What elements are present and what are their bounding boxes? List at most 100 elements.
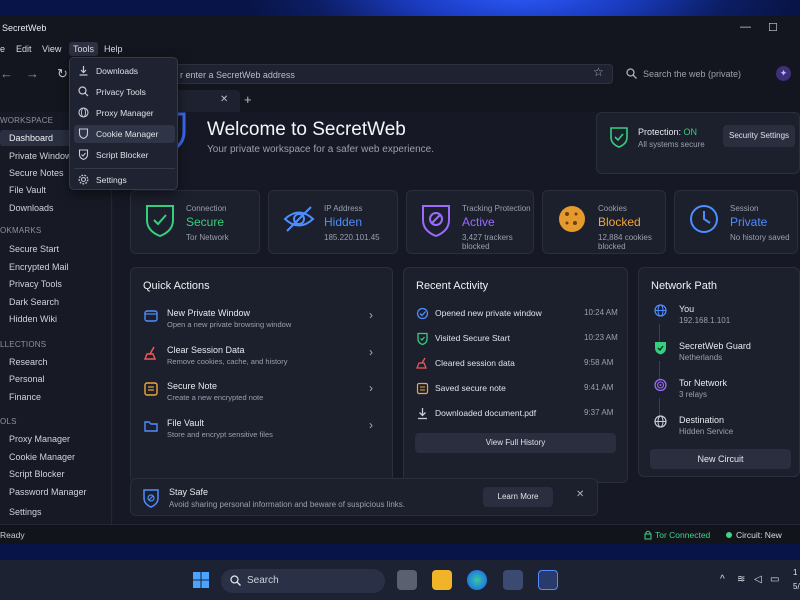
network-node: Tor Network 3 relays <box>649 378 799 408</box>
forward-icon[interactable]: → <box>26 66 39 81</box>
new-circuit-button[interactable]: New Circuit <box>650 449 791 469</box>
activity-item: Saved secure note 9:41 AM <box>416 381 621 399</box>
activity-item: Cleared session data 9:58 AM <box>416 356 621 374</box>
stat-card-ip-address: IP Address Hidden 185.220.101.45 <box>268 190 398 254</box>
wifi-icon[interactable]: ≋ <box>737 574 745 585</box>
network-node: SecretWeb Guard Netherlands <box>649 341 799 371</box>
shield-block-icon <box>422 205 450 237</box>
chevron-right-icon: › <box>369 308 373 322</box>
stat-sub: 185.220.101.45 <box>324 233 380 242</box>
sidebar-item-research[interactable]: Research <box>0 354 108 370</box>
new-tab-icon[interactable]: + <box>244 92 252 107</box>
sidebar-item-encrypted-mail[interactable]: Encrypted Mail <box>0 259 108 275</box>
quick-action-secure-note[interactable]: Secure Note Create a new encrypted note … <box>141 381 381 413</box>
sidebar-item-hidden-wiki[interactable]: Hidden Wiki <box>0 311 108 327</box>
quick-action-name: Secure Note <box>167 381 218 391</box>
activity-time: 9:41 AM <box>584 383 614 392</box>
store-icon[interactable] <box>503 570 523 590</box>
sidebar-item-personal[interactable]: Personal <box>0 371 108 387</box>
tab-active[interactable] <box>170 90 240 112</box>
sidebar-item-proxy-manager[interactable]: Proxy Manager <box>0 431 108 447</box>
activity-text: Saved secure note <box>435 383 506 393</box>
sidebar-item-dark-search[interactable]: Dark Search <box>0 294 108 310</box>
stat-sub: Tor Network <box>186 233 229 242</box>
stat-label: Tracking Protection <box>462 204 531 213</box>
extension-icon[interactable]: ✦ <box>776 66 791 81</box>
taskbar-search[interactable]: Search <box>221 569 385 593</box>
menu-file[interactable]: e <box>0 44 5 54</box>
shield-check-icon <box>655 342 666 355</box>
lock-icon <box>644 530 652 540</box>
quick-action-name: File Vault <box>167 418 204 428</box>
learn-more-button[interactable]: Learn More <box>483 487 553 507</box>
stat-value: Hidden <box>324 215 363 229</box>
reload-icon[interactable]: ↻ <box>57 66 68 82</box>
chevron-up-icon[interactable]: ^ <box>720 574 725 585</box>
bookmark-star-icon[interactable]: ☆ <box>593 65 604 79</box>
quick-action-file-vault[interactable]: File Vault Store and encrypt sensitive f… <box>141 418 381 450</box>
secretweb-taskbar-icon[interactable] <box>538 570 558 590</box>
search-icon <box>230 575 241 586</box>
sidebar-item-script-blocker[interactable]: Script Blocker <box>0 466 108 482</box>
sidebar-item-finance[interactable]: Finance <box>0 389 108 405</box>
shield-icon <box>78 128 89 139</box>
menu-edit[interactable]: Edit <box>16 44 32 54</box>
sidebar-section-title: OKMARKS <box>0 226 42 235</box>
menu-item-downloads[interactable]: Downloads <box>74 62 175 80</box>
battery-icon[interactable]: ▭ <box>770 574 779 585</box>
chevron-right-icon: › <box>369 345 373 359</box>
view-full-history-button[interactable]: View Full History <box>415 433 616 453</box>
recent-activity-panel: Recent Activity Opened new private windo… <box>403 267 628 483</box>
gear-icon <box>78 174 89 185</box>
stat-label: Session <box>730 204 759 213</box>
menu-item-script-blocker[interactable]: Script Blocker <box>74 146 175 164</box>
task-view-icon[interactable] <box>397 570 417 590</box>
menu-item-label: Script Blocker <box>96 150 149 160</box>
quick-action-clear-session[interactable]: Clear Session Data Remove cookies, cache… <box>141 345 381 377</box>
activity-time: 9:37 AM <box>584 408 614 417</box>
windows-start-icon[interactable] <box>193 572 209 588</box>
sidebar-item-cookie-manager[interactable]: Cookie Manager <box>0 449 108 465</box>
sidebar-item-downloads[interactable]: Downloads <box>0 200 108 216</box>
quick-action-new-private-window[interactable]: New Private Window Open a new private br… <box>141 308 381 340</box>
edge-browser-icon[interactable] <box>467 570 487 590</box>
node-detail: 3 relays <box>679 390 708 399</box>
volume-icon[interactable]: ◁ <box>754 574 762 585</box>
back-icon[interactable]: ← <box>0 66 13 81</box>
menu-view[interactable]: View <box>42 44 61 54</box>
node-name: You <box>679 304 695 314</box>
menu-item-cookie-manager[interactable]: Cookie Manager <box>74 125 175 143</box>
shield-check-icon <box>417 332 428 345</box>
address-bar[interactable]: r enter a SecretWeb address <box>115 64 613 84</box>
sidebar-item-privacy-tools[interactable]: Privacy Tools <box>0 276 108 292</box>
menu-item-label: Privacy Tools <box>96 87 146 97</box>
sidebar-item-settings[interactable]: Settings <box>0 504 108 520</box>
quick-action-name: Clear Session Data <box>167 345 245 355</box>
close-icon[interactable]: ✕ <box>576 489 584 500</box>
menu-help[interactable]: Help <box>104 44 123 54</box>
eye-off-icon <box>283 206 315 232</box>
note-icon <box>416 382 429 395</box>
quick-actions-panel: Quick Actions New Private Window Open a … <box>130 267 393 483</box>
menu-item-label: Proxy Manager <box>96 108 154 118</box>
close-tab-icon[interactable]: ✕ <box>220 94 228 105</box>
download-icon <box>418 408 427 420</box>
stat-value: Private <box>730 215 768 229</box>
activity-time: 9:58 AM <box>584 358 614 367</box>
security-settings-button[interactable]: Security Settings <box>723 125 795 147</box>
activity-text: Cleared session data <box>435 358 515 368</box>
menu-item-settings[interactable]: Settings <box>74 171 175 189</box>
maximize-icon[interactable]: ☐ <box>768 21 778 34</box>
sidebar-item-password-manager[interactable]: Password Manager <box>0 484 108 500</box>
stat-sub: 3,427 trackers blocked <box>462 233 513 251</box>
menu-item-privacy-tools[interactable]: Privacy Tools <box>74 83 175 101</box>
minimize-icon[interactable]: — <box>740 21 751 33</box>
clock-time: 1 <box>793 568 798 577</box>
menu-tools[interactable]: Tools <box>69 42 99 56</box>
stay-safe-banner: Stay Safe Avoid sharing personal informa… <box>130 478 598 516</box>
sidebar-item-secure-start[interactable]: Secure Start <box>0 241 108 257</box>
file-explorer-icon[interactable] <box>432 570 452 590</box>
search-input[interactable]: Search the web (private) <box>618 64 768 84</box>
menu-item-proxy-manager[interactable]: Proxy Manager <box>74 104 175 122</box>
chevron-right-icon: › <box>369 418 373 432</box>
